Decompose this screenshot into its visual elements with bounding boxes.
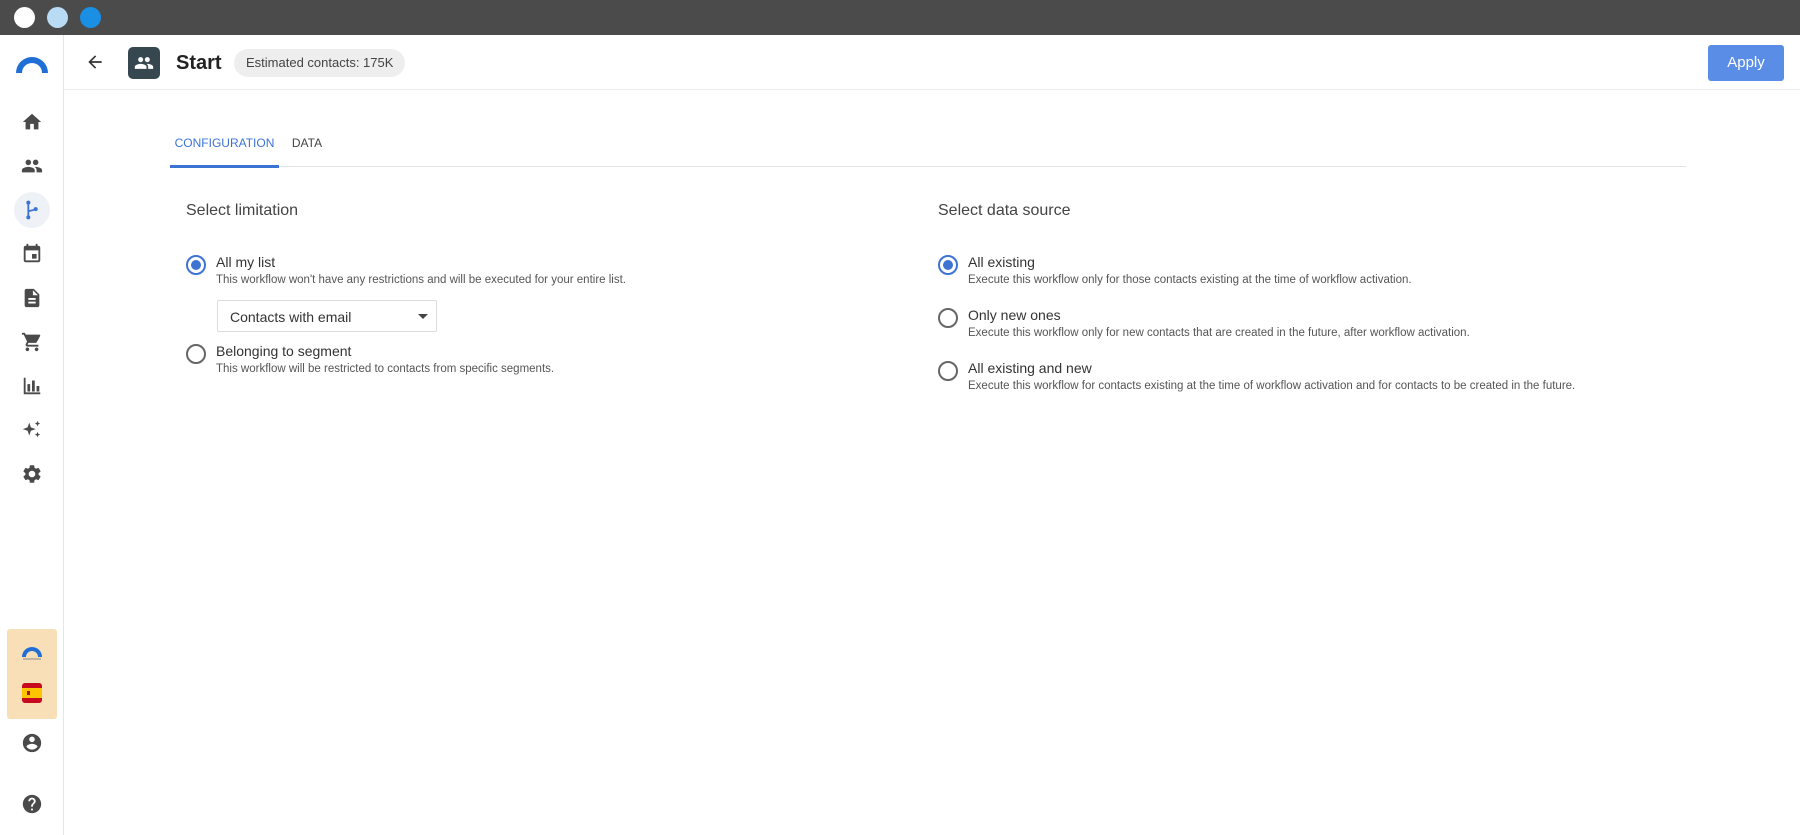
- tab-configuration[interactable]: CONFIGURATION: [170, 126, 279, 168]
- sidebar: [0, 35, 64, 835]
- window-minimize-button[interactable]: [47, 7, 68, 28]
- tab-bar: CONFIGURATION DATA: [170, 126, 1686, 168]
- option-description: This workflow will be restricted to cont…: [216, 363, 555, 375]
- cart-icon: [21, 332, 41, 352]
- account-circle-icon: [22, 733, 42, 753]
- option-description: Execute this workflow for contacts exist…: [968, 380, 1576, 392]
- radio-belonging-to-segment[interactable]: [186, 344, 206, 364]
- sidebar-item-ai[interactable]: [14, 412, 50, 448]
- option-description: Execute this workflow only for new conta…: [968, 327, 1470, 339]
- document-icon: [24, 288, 40, 308]
- data-source-option-existing-and-new[interactable]: All existing and new Execute this workfl…: [938, 359, 1698, 399]
- radio-all-existing-and-new[interactable]: [938, 361, 958, 381]
- option-label: Only new ones: [968, 307, 1061, 323]
- brand-mini-logo: [22, 647, 42, 660]
- spain-flag-icon[interactable]: [22, 683, 42, 703]
- data-source-option-all-existing[interactable]: All existing Execute this workflow only …: [938, 253, 1698, 293]
- window-close-button[interactable]: [14, 7, 35, 28]
- limitation-section-title: Select limitation: [186, 202, 299, 219]
- window-titlebar: [0, 0, 1800, 35]
- page-header: Start Estimated contacts: 175K Apply: [64, 35, 1800, 90]
- radio-all-existing[interactable]: [938, 255, 958, 275]
- option-description: Execute this workflow only for those con…: [968, 274, 1412, 286]
- promo-panel[interactable]: [7, 629, 57, 719]
- gear-icon: [23, 465, 41, 483]
- calendar-icon: [23, 243, 41, 263]
- option-label: All my list: [216, 254, 276, 270]
- home-icon: [22, 113, 42, 130]
- sidebar-item-settings[interactable]: [14, 456, 50, 492]
- sparkle-icon: [22, 420, 41, 438]
- option-label: All existing: [968, 254, 1035, 270]
- apply-button[interactable]: Apply: [1708, 45, 1784, 81]
- estimated-contacts-chip: Estimated contacts: 175K: [234, 49, 406, 77]
- back-button[interactable]: [80, 47, 110, 77]
- sidebar-item-workflows[interactable]: [14, 192, 50, 228]
- option-label: All existing and new: [968, 360, 1092, 376]
- radio-only-new-ones[interactable]: [938, 308, 958, 328]
- dropdown-selected-value: Contacts with email: [230, 309, 352, 325]
- page-title: Start: [176, 52, 222, 74]
- window-maximize-button[interactable]: [80, 7, 101, 28]
- data-source-section-title: Select data source: [938, 202, 1071, 219]
- sidebar-item-account[interactable]: [14, 725, 50, 761]
- workflow-icon: [26, 200, 38, 220]
- sidebar-item-reports[interactable]: [14, 368, 50, 404]
- bar-chart-icon: [23, 377, 41, 395]
- sidebar-item-content[interactable]: [14, 280, 50, 316]
- limitation-option-segment[interactable]: Belonging to segment This workflow will …: [186, 342, 786, 382]
- arrow-back-icon: [88, 55, 102, 69]
- caret-down-icon: [418, 314, 428, 319]
- contacts-filter-dropdown[interactable]: Contacts with email: [217, 300, 437, 332]
- sidebar-item-contacts[interactable]: [14, 148, 50, 184]
- sidebar-item-calendar[interactable]: [14, 236, 50, 272]
- tab-data[interactable]: DATA: [286, 126, 328, 167]
- limitation-option-all-my-list[interactable]: All my list This workflow won't have any…: [186, 253, 786, 293]
- people-icon: [134, 57, 154, 69]
- sidebar-item-home[interactable]: [14, 104, 50, 140]
- radio-all-my-list[interactable]: [186, 255, 206, 275]
- sidebar-item-ecommerce[interactable]: [14, 324, 50, 360]
- help-icon: [22, 794, 42, 814]
- option-label: Belonging to segment: [216, 343, 352, 359]
- data-source-option-only-new[interactable]: Only new ones Execute this workflow only…: [938, 306, 1698, 346]
- people-icon: [21, 159, 43, 173]
- option-description: This workflow won't have any restriction…: [216, 274, 626, 286]
- brand-logo[interactable]: [13, 51, 51, 75]
- start-node-badge: [128, 47, 160, 79]
- sidebar-item-help[interactable]: [14, 786, 50, 822]
